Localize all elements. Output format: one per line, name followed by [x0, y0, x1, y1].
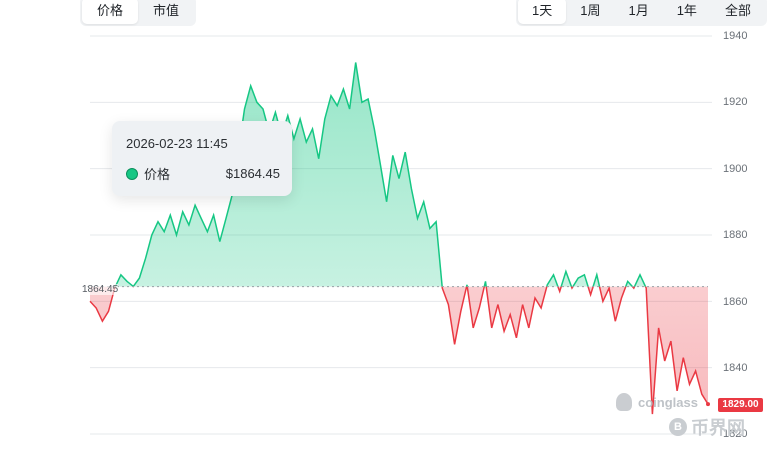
y-tick-label: 1940: [723, 30, 748, 42]
coinglass-watermark-text: coinglass: [638, 394, 698, 410]
price-chart[interactable]: [0, 0, 775, 449]
series-dot-icon: [126, 167, 138, 180]
price-area-up: [115, 62, 646, 287]
y-tick-label: 1900: [723, 163, 748, 175]
y-tick-label: 1840: [723, 362, 748, 374]
coinglass-logo-icon: [616, 393, 632, 411]
current-price-badge: 1829.00: [718, 398, 763, 412]
last-price-point: [706, 402, 710, 407]
bijiewang-watermark: B 币界网: [669, 414, 745, 440]
tooltip-series-label: 价格: [144, 167, 171, 182]
y-tick-label: 1880: [723, 229, 748, 241]
tooltip-value: $1864.45: [225, 166, 280, 181]
bijiewang-coin-icon: B: [669, 418, 687, 436]
y-tick-label: 1860: [723, 296, 748, 308]
y-tick-label: 1920: [723, 96, 748, 108]
coinglass-watermark: coinglass: [616, 393, 698, 411]
hover-tooltip: 2026-02-23 11:45 价格 $1864.45: [112, 121, 292, 196]
reference-price-label: 1864.45: [82, 284, 119, 295]
bijiewang-watermark-text: 币界网: [691, 418, 745, 438]
tooltip-date: 2026-02-23 11:45: [126, 136, 228, 151]
tooltip-row: 价格 $1864.45: [126, 164, 280, 183]
